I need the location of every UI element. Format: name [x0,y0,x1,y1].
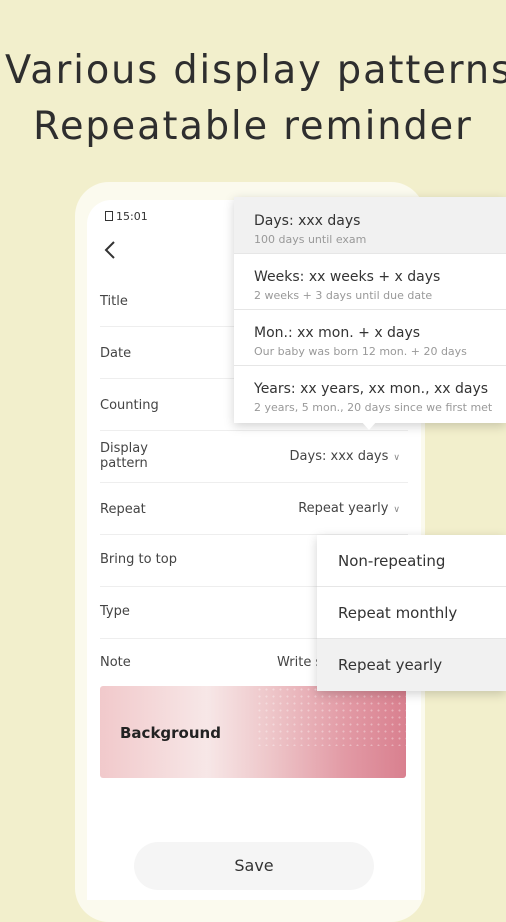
back-button[interactable] [101,238,121,262]
repeat-select[interactable]: Repeat yearly ∨ [298,501,400,516]
background-pattern [256,686,406,746]
save-button[interactable]: Save [134,842,374,890]
status-bar: 15:01 [105,210,148,223]
status-time: 15:01 [116,210,148,223]
repeat-menu: Non-repeating Repeat monthly Repeat year… [317,535,506,691]
display-pattern-value: Days: xxx days [289,449,389,464]
bring-to-top-label: Bring to top [100,552,177,567]
repeat-value: Repeat yearly [298,501,389,516]
option-title: Weeks: xx weeks + x days [254,269,441,285]
option-label: Non-repeating [338,552,446,570]
option-title: Mon.: xx mon. + x days [254,325,421,341]
chevron-down-icon: ∨ [393,453,400,463]
option-label: Repeat monthly [338,604,458,622]
display-pattern-menu: Days: xxx days 100 days until exam Weeks… [234,197,506,430]
option-example: 2 years, 5 mon., 20 days since we first … [254,401,493,414]
headline-line-2: Repeatable reminder [33,104,473,149]
repeat-label: Repeat [100,502,146,517]
chevron-left-icon [104,241,115,259]
repeat-option-yearly[interactable]: Repeat yearly [317,639,506,691]
option-title: Days: xxx days [254,213,361,229]
option-label: Repeat yearly [338,656,443,674]
display-pattern-label: Display pattern [100,441,148,471]
repeat-option-non-repeating[interactable]: Non-repeating [317,535,506,587]
background-label: Background [120,724,221,742]
display-pattern-option-years[interactable]: Years: xx years, xx mon., xx days 2 year… [234,365,506,421]
type-label: Type [100,604,130,619]
note-field[interactable]: Write s [277,655,322,670]
option-title: Years: xx years, xx mon., xx days [254,381,489,397]
display-pattern-row[interactable]: Display pattern Days: xxx days ∨ [100,431,408,483]
option-example: 2 weeks + 3 days until due date [254,289,433,302]
display-pattern-option-weeks[interactable]: Weeks: xx weeks + x days 2 weeks + 3 day… [234,253,506,310]
background-picker[interactable]: Background [100,686,406,778]
title-label: Title [100,294,128,309]
headline-line-1: Various display patterns [5,48,506,93]
option-example: Our baby was born 12 mon. + 20 days [254,345,467,358]
chevron-down-icon: ∨ [393,505,400,515]
option-example: 100 days until exam [254,233,367,246]
display-pattern-option-months[interactable]: Mon.: xx mon. + x days Our baby was born… [234,309,506,366]
repeat-row[interactable]: Repeat Repeat yearly ∨ [100,483,408,535]
display-pattern-option-days[interactable]: Days: xxx days 100 days until exam [234,197,506,254]
counting-label: Counting [100,398,159,413]
note-label: Note [100,655,131,670]
display-pattern-select[interactable]: Days: xxx days ∨ [290,449,400,464]
date-label: Date [100,346,132,361]
repeat-option-monthly[interactable]: Repeat monthly [317,587,506,639]
menu-pointer [361,421,377,430]
battery-icon [105,211,113,221]
